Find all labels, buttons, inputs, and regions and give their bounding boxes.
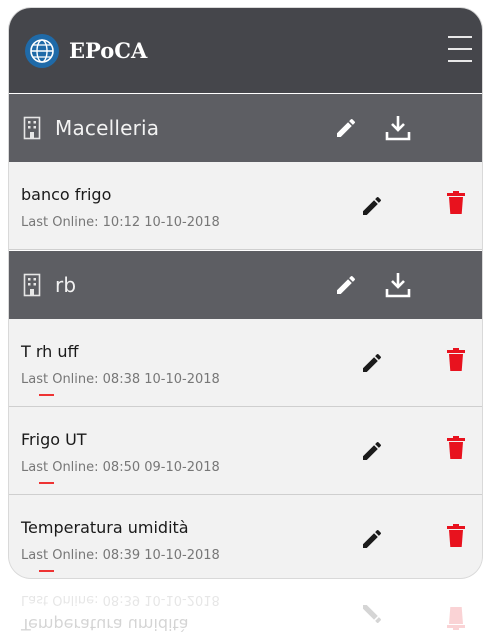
status-mark <box>39 394 54 396</box>
reflection-device-name: Temperatura umidità <box>21 615 189 634</box>
delete-icon <box>447 607 465 630</box>
globe-logo-icon <box>25 33 59 68</box>
delete-icon[interactable] <box>447 524 465 548</box>
edit-icon[interactable] <box>360 194 384 218</box>
group-header-macelleria[interactable]: Macelleria <box>9 93 482 162</box>
last-online: Last Online: 08:50 09-10-2018 <box>21 460 220 475</box>
device-name: Frigo UT <box>21 430 87 449</box>
device-name: Temperatura umidità <box>21 518 189 537</box>
delete-icon[interactable] <box>447 436 465 460</box>
app-screen: EPoCA Macelleria banco frigo Last Online… <box>9 8 482 578</box>
list-item[interactable]: Frigo UT Last Online: 08:50 09-10-2018 <box>9 407 482 495</box>
last-online: Last Online: 08:39 10-10-2018 <box>21 548 220 563</box>
device-name: banco frigo <box>21 185 112 204</box>
last-online: Last Online: 08:38 10-10-2018 <box>21 372 220 387</box>
delete-icon[interactable] <box>447 348 465 372</box>
app-bar: EPoCA <box>9 8 482 93</box>
edit-icon <box>363 605 382 624</box>
device-name: T rh uff <box>21 342 79 361</box>
hamburger-menu-icon[interactable] <box>448 36 472 62</box>
edit-icon[interactable] <box>360 439 384 463</box>
download-icon[interactable] <box>385 114 411 142</box>
list-item[interactable]: banco frigo Last Online: 10:12 10-10-201… <box>9 162 482 250</box>
edit-icon[interactable] <box>360 351 384 375</box>
status-mark <box>39 482 54 484</box>
last-online: Last Online: 10:12 10-10-2018 <box>21 215 220 230</box>
delete-icon[interactable] <box>447 191 465 215</box>
reflection-last-online: Last Online: 08:39 10-10-2018 <box>21 592 220 607</box>
reflection: Temperatura umidità Last Online: 08:39 1… <box>9 580 482 640</box>
edit-icon[interactable] <box>360 527 384 551</box>
edit-group-icon[interactable] <box>334 116 358 140</box>
group-name: Macelleria <box>55 116 160 140</box>
list-item[interactable]: Temperatura umidità Last Online: 08:39 1… <box>9 495 482 578</box>
building-icon <box>23 273 41 297</box>
download-icon[interactable] <box>385 271 411 299</box>
group-header-rb[interactable]: rb <box>9 250 482 319</box>
edit-group-icon[interactable] <box>334 273 358 297</box>
list-item[interactable]: T rh uff Last Online: 08:38 10-10-2018 <box>9 319 482 407</box>
status-mark <box>39 570 54 572</box>
building-icon <box>23 116 41 140</box>
group-name: rb <box>55 273 77 297</box>
app-title: EPoCA <box>69 38 148 63</box>
